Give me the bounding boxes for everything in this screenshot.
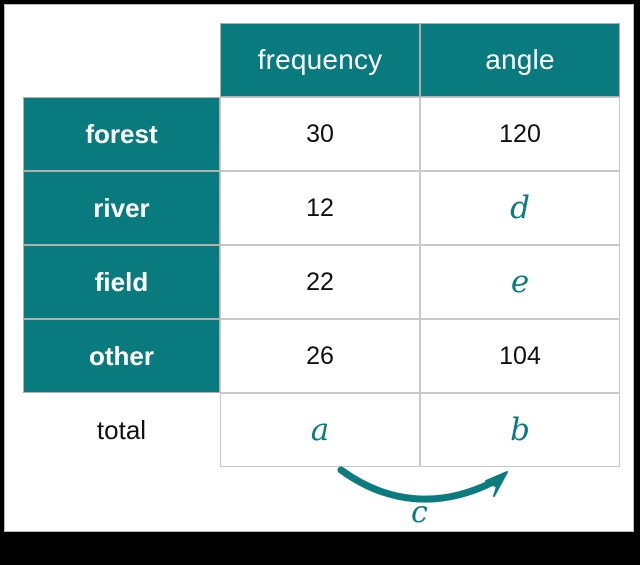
row-label-forest: forest: [23, 97, 220, 171]
table-row-total: total a b: [23, 393, 620, 467]
cell-river-angle-unknown-d: d: [420, 171, 620, 245]
annotation-group: c: [325, 460, 555, 531]
table-row: river 12 d: [23, 171, 620, 245]
table-head: frequency angle: [23, 23, 620, 97]
cell-total-angle-unknown-b: b: [420, 393, 620, 467]
cell-river-frequency: 12: [220, 171, 420, 245]
cell-total-frequency-unknown-a: a: [220, 393, 420, 467]
frequency-angle-table: frequency angle forest 30 120 river 12 d…: [23, 23, 620, 467]
screenshot-frame: frequency angle forest 30 120 river 12 d…: [0, 0, 640, 565]
table-header-row: frequency angle: [23, 23, 620, 97]
table-row: forest 30 120: [23, 97, 620, 171]
row-label-other: other: [23, 319, 220, 393]
curved-arrow-right-icon: [337, 466, 508, 503]
cell-field-frequency: 22: [220, 245, 420, 319]
white-canvas: frequency angle forest 30 120 river 12 d…: [4, 4, 634, 532]
table-row: other 26 104: [23, 319, 620, 393]
column-header-frequency: frequency: [220, 23, 420, 97]
cell-field-angle-unknown-e: e: [420, 245, 620, 319]
column-header-angle: angle: [420, 23, 620, 97]
annotation-label-c: c: [411, 495, 428, 530]
cell-forest-angle: 120: [420, 97, 620, 171]
table-corner-cell: [23, 23, 220, 97]
table-row: field 22 e: [23, 245, 620, 319]
row-label-river: river: [23, 171, 220, 245]
cell-other-angle: 104: [420, 319, 620, 393]
bottom-black-bar: [0, 533, 640, 565]
cell-forest-frequency: 30: [220, 97, 420, 171]
table-body: forest 30 120 river 12 d field 22 e othe…: [23, 97, 620, 467]
row-label-field: field: [23, 245, 220, 319]
row-label-total: total: [23, 393, 220, 467]
cell-other-frequency: 26: [220, 319, 420, 393]
